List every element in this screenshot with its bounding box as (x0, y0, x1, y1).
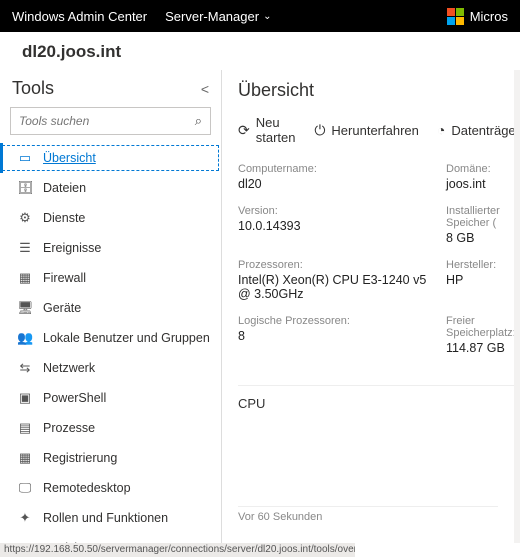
field-computername-value: dl20 (238, 177, 438, 191)
tool-powershell[interactable]: ▣ PowerShell (0, 383, 221, 413)
microsoft-logo: Micros (447, 8, 508, 25)
tool-devices-icon: 🖥 (17, 300, 33, 316)
power-icon: ⏻ (314, 122, 325, 139)
restart-button[interactable]: ⟳ Neu starten (238, 115, 296, 145)
tool-powershell-icon: ▣ (17, 390, 33, 406)
field-processors: Prozessoren: Intel(R) Xeon(R) CPU E3-1240… (238, 259, 438, 301)
tool-storage[interactable]: ▭Speicher (0, 533, 221, 543)
tool-services[interactable]: ⚙ Dienste (0, 203, 221, 233)
tool-roles-label: Rollen und Funktionen (43, 511, 168, 525)
tool-rdp[interactable]: 🖵 Remotedesktop (0, 473, 221, 503)
tools-heading: Tools (12, 78, 54, 99)
main-pane: Übersicht ⟳ Neu starten ⏻ Herunterfahren… (222, 70, 520, 543)
field-free-disk: Freier Speicherplatz: 114.87 GB (446, 315, 520, 355)
tool-services-label: Dienste (43, 211, 85, 225)
tool-registry-label: Registrierung (43, 451, 117, 465)
tool-files-icon: 🗄 (17, 180, 33, 196)
tool-overview[interactable]: ▭ Übersicht (0, 143, 221, 173)
tool-local-users-icon: 👥 (17, 330, 33, 346)
tools-list: ▭ Übersicht 🗄 Dateien ⚙ Dienste ☰ Ereignisse ▦ Fi… (0, 143, 221, 543)
tool-network-label: Netzwerk (43, 361, 95, 375)
shutdown-label: Herunterfahren (331, 123, 418, 138)
field-computername-label: Computername: (238, 163, 438, 175)
tool-roles[interactable]: ✦ Rollen und Funktionen (0, 503, 221, 533)
tool-firewall[interactable]: ▦ Firewall (0, 263, 221, 293)
tool-overview-label: Übersicht (43, 151, 96, 165)
tools-search[interactable]: ⌕ (10, 107, 211, 135)
tool-firewall-label: Firewall (43, 271, 86, 285)
collapse-sidebar-icon[interactable]: < (201, 81, 209, 97)
overview-actions: ⟳ Neu starten ⏻ Herunterfahren ◔ Datentr… (238, 115, 520, 145)
browser-statusbar: https://192.168.50.50/servermanager/conn… (0, 543, 355, 557)
field-domain-value: joos.int (446, 177, 520, 191)
hostname: dl20.joos.int (0, 32, 520, 70)
tool-processes-label: Prozesse (43, 421, 95, 435)
field-manufacturer-label: Hersteller: (446, 259, 520, 271)
field-installed-memory: Installierter Speicher ( 8 GB (446, 205, 520, 245)
tool-events-label: Ereignisse (43, 241, 101, 255)
field-manufacturer-value: HP (446, 273, 520, 287)
cpu-section-heading: CPU (238, 385, 520, 411)
tool-firewall-icon: ▦ (17, 270, 33, 286)
topbar-brand: Windows Admin Center (12, 9, 147, 24)
field-processors-label: Prozessoren: (238, 259, 438, 271)
field-free-disk-value: 114.87 GB (446, 341, 520, 355)
tool-network[interactable]: ⇆ Netzwerk (0, 353, 221, 383)
field-computername: Computername: dl20 (238, 163, 438, 191)
field-installed-memory-label: Installierter Speicher ( (446, 205, 520, 229)
tool-processes-icon: ▤ (17, 420, 33, 436)
tool-services-icon: ⚙ (17, 210, 33, 226)
disk-icon: ◔ (437, 122, 445, 138)
tool-devices[interactable]: 🖥 Geräte (0, 293, 221, 323)
tool-registry[interactable]: ▦ Registrierung (0, 443, 221, 473)
tools-sidebar: Tools < ⌕ ▭ Übersicht 🗄 Dateien ⚙ Dienste ☰ Ere… (0, 70, 222, 543)
field-version-value: 10.0.14393 (238, 219, 438, 233)
disks-button[interactable]: ◔ Datenträger (437, 115, 520, 145)
field-manufacturer: Hersteller: HP (446, 259, 520, 301)
search-icon: ⌕ (195, 113, 202, 129)
field-logical-processors: Logische Prozessoren: 8 (238, 315, 438, 355)
vertical-scrollbar[interactable] (514, 70, 520, 543)
field-free-disk-label: Freier Speicherplatz: (446, 315, 520, 339)
disks-label: Datenträger (451, 123, 520, 138)
field-logical-processors-value: 8 (238, 329, 438, 343)
ms-logo-icon (447, 8, 464, 25)
tool-processes[interactable]: ▤ Prozesse (0, 413, 221, 443)
last-updated: Vor 60 Sekunden (238, 506, 498, 523)
tool-devices-label: Geräte (43, 301, 81, 315)
tool-registry-icon: ▦ (17, 450, 33, 466)
tool-rdp-label: Remotedesktop (43, 481, 131, 495)
tool-events-icon: ☰ (17, 240, 33, 256)
topbar: Windows Admin Center Server-Manager ⌄ Mi… (0, 0, 520, 32)
chevron-down-icon: ⌄ (263, 11, 271, 22)
field-version: Version: 10.0.14393 (238, 205, 438, 245)
restart-label: Neu starten (256, 115, 297, 145)
tool-files-label: Dateien (43, 181, 86, 195)
field-logical-processors-label: Logische Prozessoren: (238, 315, 438, 327)
tool-files[interactable]: 🗄 Dateien (0, 173, 221, 203)
tool-local-users[interactable]: 👥 Lokale Benutzer und Gruppen (0, 323, 221, 353)
field-version-label: Version: (238, 205, 438, 217)
tool-local-users-label: Lokale Benutzer und Gruppen (43, 331, 210, 345)
restart-icon: ⟳ (238, 122, 250, 139)
tool-network-icon: ⇆ (17, 360, 33, 376)
tool-powershell-label: PowerShell (43, 391, 106, 405)
shutdown-button[interactable]: ⏻ Herunterfahren (314, 115, 419, 145)
tool-events[interactable]: ☰ Ereignisse (0, 233, 221, 263)
tool-roles-icon: ✦ (17, 510, 33, 526)
tools-header: Tools < (0, 72, 221, 107)
field-domain: Domäne: joos.int (446, 163, 520, 191)
tool-overview-icon: ▭ (17, 150, 33, 166)
microsoft-label: Micros (470, 9, 508, 24)
context-label: Server-Manager (165, 9, 259, 24)
search-input[interactable] (19, 114, 195, 128)
field-domain-label: Domäne: (446, 163, 520, 175)
field-installed-memory-value: 8 GB (446, 231, 520, 245)
topbar-context-switcher[interactable]: Server-Manager ⌄ (165, 9, 271, 24)
overview-details: Computername: dl20 Domäne: joos.int Version:… (238, 163, 520, 355)
page-title: Übersicht (238, 80, 520, 101)
field-processors-value: Intel(R) Xeon(R) CPU E3-1240 v5 @ 3.50GH… (238, 273, 438, 301)
tool-rdp-icon: 🖵 (17, 480, 33, 496)
